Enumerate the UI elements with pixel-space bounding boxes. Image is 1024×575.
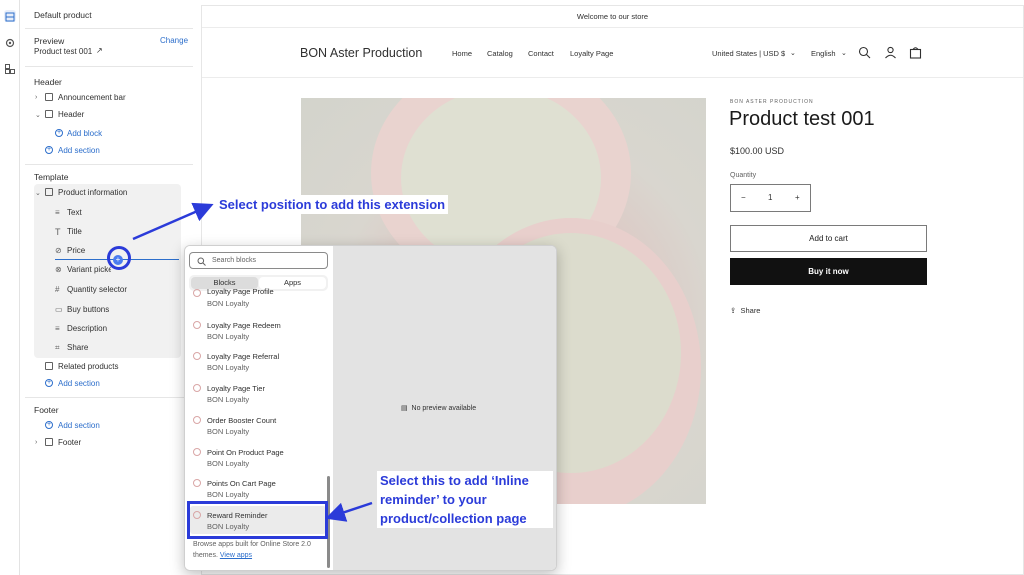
add-section-link-header[interactable]: Add section — [58, 146, 100, 155]
store-logo-title[interactable]: BON Aster Production — [300, 46, 422, 60]
app-icon — [193, 479, 201, 487]
app-icon — [193, 448, 201, 456]
chevron-down-icon: ⌄ — [841, 50, 847, 57]
product-title: Product test 001 — [729, 108, 875, 130]
search-icon[interactable] — [858, 46, 871, 64]
browse-apps-note: Browse apps built for Online Store 2.0 t… — [193, 541, 311, 559]
add-section-icon: + — [45, 421, 53, 429]
insert-plus-icon[interactable]: + — [113, 255, 123, 265]
sidebar-item-product-information[interactable]: Product information — [58, 188, 127, 197]
annotation-highlight-box — [187, 501, 328, 539]
no-preview-message: ▤ No preview available — [401, 405, 477, 412]
block-item-price[interactable]: Price — [67, 246, 85, 255]
footer-group-title: Footer — [34, 405, 59, 415]
variant-picker-icon: ⊗ — [55, 265, 62, 274]
nav-catalog[interactable]: Catalog — [487, 49, 513, 58]
search-icon — [197, 257, 206, 266]
text-block-icon: ≡ — [55, 208, 60, 217]
buy-it-now-button[interactable]: Buy it now — [730, 258, 927, 285]
quantity-label: Quantity — [730, 172, 757, 179]
app-icon — [193, 384, 201, 392]
currency-selector[interactable]: United States | USD $ — [712, 49, 785, 58]
left-rail — [0, 0, 20, 575]
add-block-link[interactable]: Add block — [67, 129, 102, 138]
header-group-title: Header — [34, 77, 62, 87]
chevron-down-icon: ⌄ — [790, 50, 796, 57]
share-icon: ⇪ — [730, 306, 737, 315]
share-label: Share — [740, 306, 761, 315]
template-group-title: Template — [34, 172, 69, 182]
product-price: $100.00 USD — [730, 146, 785, 156]
account-icon[interactable] — [884, 46, 897, 64]
block-item-quantity-selector[interactable]: Quantity selector — [67, 285, 127, 294]
sections-icon[interactable] — [4, 10, 16, 22]
block-item-text[interactable]: Text — [67, 208, 82, 217]
nav-loyalty-page[interactable]: Loyalty Page — [570, 49, 613, 58]
cart-icon[interactable] — [909, 46, 922, 64]
header-icon — [45, 110, 53, 118]
sidebar-item-footer[interactable]: Footer — [58, 438, 81, 447]
add-section-link-footer[interactable]: Add section — [58, 421, 100, 430]
search-placeholder: Search blocks — [212, 257, 256, 264]
annotation-select-this: Select this to add ‘Inline reminder’ to … — [377, 471, 553, 528]
price-tag-icon: ⊘ — [55, 246, 62, 255]
buy-buttons-icon: ▭ — [55, 305, 63, 314]
announcement-bar: Welcome to our store — [202, 6, 1023, 28]
add-to-cart-button[interactable]: Add to cart — [730, 225, 927, 252]
change-link[interactable]: Change — [160, 36, 188, 45]
apps-icon[interactable] — [4, 62, 16, 74]
view-apps-link[interactable]: View apps — [220, 552, 252, 559]
gear-icon[interactable] — [4, 36, 16, 48]
product-vendor: BON ASTER PRODUCTION — [730, 99, 814, 105]
share-block-icon: ⌗ — [55, 343, 60, 352]
title-block-icon: T — [55, 227, 61, 237]
quantity-stepper[interactable]: − 1 + — [730, 184, 811, 212]
page-template-title: Default product — [34, 10, 92, 20]
image-placeholder-icon: ▤ — [401, 405, 408, 412]
sidebar-item-related-products[interactable]: Related products — [58, 362, 118, 371]
add-block-icon: + — [55, 129, 63, 137]
chevron-down-icon[interactable]: ⌄ — [35, 111, 41, 119]
preview-label: Preview — [34, 36, 65, 46]
related-products-icon — [45, 362, 53, 370]
search-input[interactable]: Search blocks — [189, 252, 328, 269]
quantity-value[interactable]: 1 — [768, 193, 772, 202]
app-icon — [193, 416, 201, 424]
sidebar-item-announcement-bar[interactable]: Announcement bar — [58, 93, 126, 102]
quantity-plus-button[interactable]: + — [795, 193, 800, 202]
nav-home[interactable]: Home — [452, 49, 472, 58]
preview-product-name: Product test 001 — [34, 47, 93, 56]
hash-icon: # — [55, 285, 60, 294]
footer-icon — [45, 438, 53, 446]
product-information-icon — [45, 188, 53, 196]
block-item-share[interactable]: Share — [67, 343, 88, 352]
add-section-icon: + — [45, 379, 53, 387]
editor-screen: Default product Preview Change Product t… — [0, 0, 1024, 575]
add-section-icon: + — [45, 146, 53, 154]
block-item-buy-buttons[interactable]: Buy buttons — [67, 305, 109, 314]
share-button[interactable]: ⇪ Share — [730, 306, 760, 315]
external-link-icon[interactable]: ↗ — [96, 46, 103, 55]
add-section-link-template[interactable]: Add section — [58, 379, 100, 388]
nav-contact[interactable]: Contact — [528, 49, 554, 58]
description-icon: ≡ — [55, 324, 60, 333]
language-selector[interactable]: English — [811, 49, 836, 58]
app-icon — [193, 321, 201, 329]
annotation-select-position: Select position to add this extension — [216, 195, 449, 214]
block-item-variant-picker[interactable]: Variant picker — [67, 265, 111, 274]
chevron-right-icon[interactable]: › — [35, 439, 37, 446]
app-icon — [193, 352, 201, 360]
block-item-title[interactable]: Title — [67, 227, 82, 236]
sidebar-item-header[interactable]: Header — [58, 110, 84, 119]
chevron-down-icon[interactable]: ⌄ — [35, 189, 41, 197]
quantity-minus-button[interactable]: − — [741, 193, 746, 202]
app-icon — [193, 289, 201, 297]
chevron-right-icon[interactable]: › — [35, 94, 37, 101]
sections-sidebar: Default product Preview Change Product t… — [25, 0, 193, 575]
announcement-bar-icon — [45, 93, 53, 101]
block-item-description[interactable]: Description — [67, 324, 107, 333]
